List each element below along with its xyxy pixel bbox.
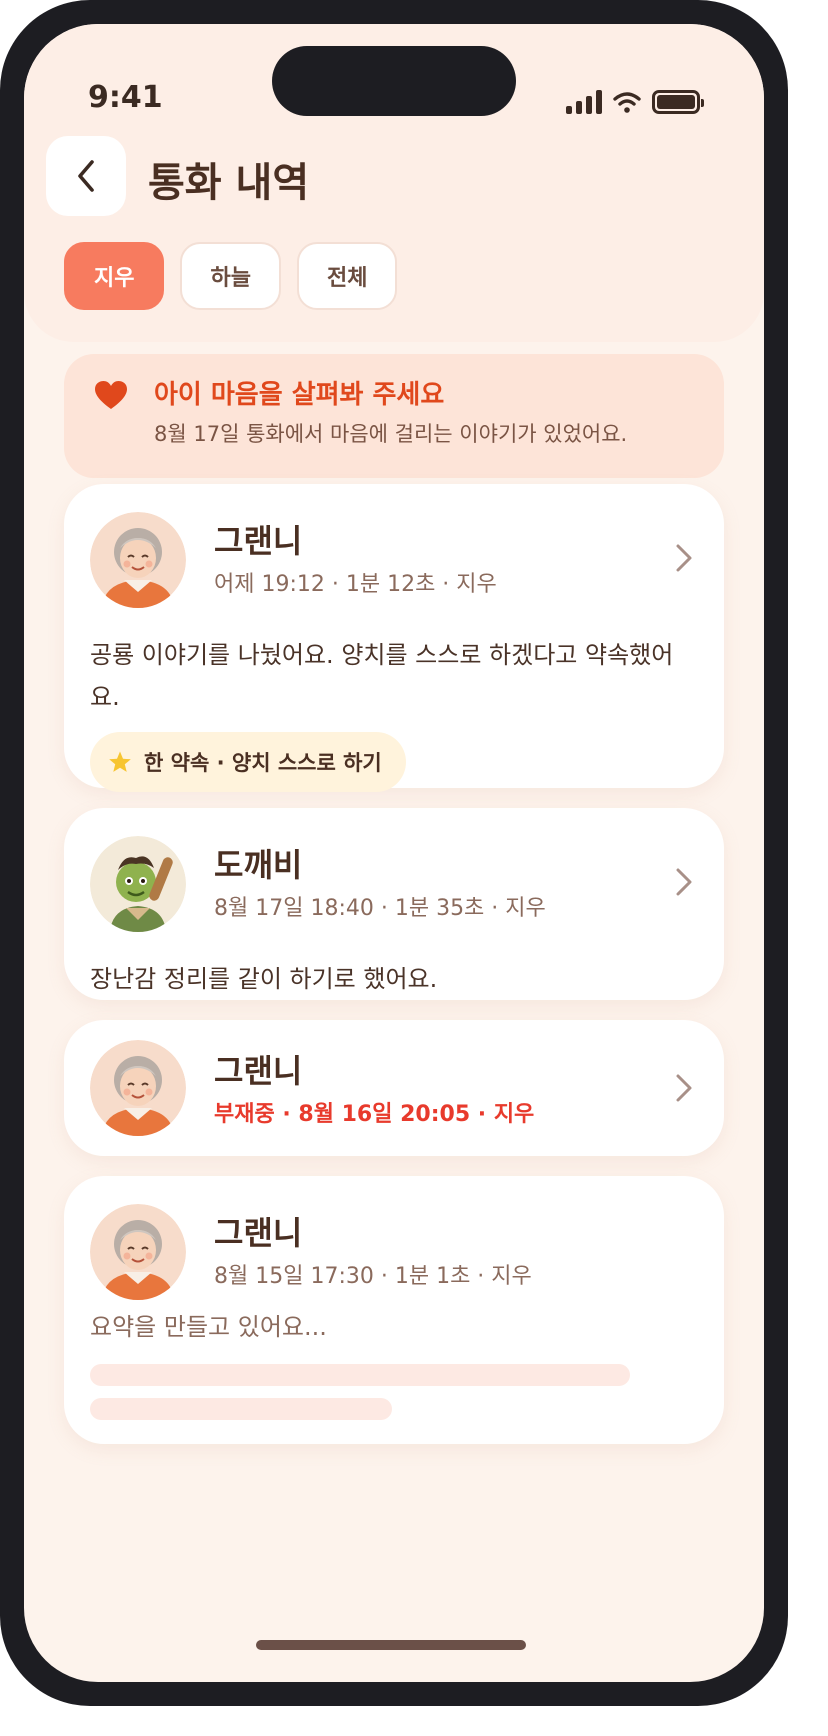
goblin-avatar [90,836,186,932]
child-tabs: 지우 하늘 전체 [64,242,398,310]
phone-frame: 9:41 통화 내역 지우 하늘 전체 아이 마음을 살펴봐 주세요 8월 17… [0,0,788,1706]
tab-jiwoo[interactable]: 지우 [64,242,165,310]
emotion-alert-banner[interactable]: 아이 마음을 살펴봐 주세요 8월 17일 통화에서 마음에 걸리는 이야기가 … [64,354,724,478]
call-card[interactable]: 그랜니 어제 19:12 · 1분 12초 · 지우 공룡 이야기를 나눴어요.… [64,484,724,792]
page-title: 통화 내역 [148,160,310,206]
granny-avatar [90,1040,186,1136]
granny-avatar [90,1204,186,1300]
promise-badge: 한 약속 · 양치 스스로 하기 [90,732,406,792]
alert-title: 아이 마음을 살펴봐 주세요 [154,380,445,410]
chevron-left-icon [78,160,94,192]
status-time: 9:41 [88,80,163,115]
chevron-right-icon [676,544,692,572]
star-icon [109,751,131,772]
tab-all[interactable]: 전체 [296,242,398,310]
skeleton-line [90,1364,630,1386]
alert-text: 8월 17일 통화에서 마음에 걸리는 이야기가 있었어요. [154,422,628,446]
dynamic-island [272,46,516,116]
back-button[interactable] [46,136,126,216]
caller-name: 그랜니 [214,522,303,560]
tab-haneul[interactable]: 하늘 [180,242,281,310]
wifi-icon [613,92,641,113]
call-card[interactable]: 그랜니 부재중 · 8월 16일 20:05 · 지우 [64,1020,724,1156]
summary-loading-text: 요약을 만들고 있어요... [90,1313,327,1341]
caller-name: 그랜니 [214,1052,303,1090]
caller-name: 도깨비 [214,846,303,884]
caller-name: 그랜니 [214,1214,303,1252]
call-card[interactable]: 도깨비 8월 17일 18:40 · 1분 35초 · 지우 장난감 정리를 같… [64,808,724,1000]
call-meta: 8월 15일 17:30 · 1분 1초 · 지우 [214,1264,532,1289]
call-meta: 8월 17일 18:40 · 1분 35초 · 지우 [214,896,546,921]
call-summary: 공룡 이야기를 나눴어요. 양치를 스스로 하겠다고 약속했어요. [90,641,674,711]
call-summary: 장난감 정리를 같이 하기로 했어요. [90,965,438,993]
status-icons [566,90,704,114]
missed-call-meta: 부재중 · 8월 16일 20:05 · 지우 [214,1102,535,1127]
call-card[interactable]: 그랜니 8월 15일 17:30 · 1분 1초 · 지우 요약을 만들고 있어… [64,1176,724,1444]
call-meta: 어제 19:12 · 1분 12초 · 지우 [214,572,497,597]
signal-icon [566,90,602,114]
screen: 9:41 통화 내역 지우 하늘 전체 아이 마음을 살펴봐 주세요 8월 17… [24,24,764,1682]
home-indicator [256,1640,526,1650]
chevron-right-icon [676,868,692,896]
granny-avatar [90,512,186,608]
heart-icon [95,381,127,409]
skeleton-line [90,1398,392,1420]
promise-text: 한 약속 · 양치 스스로 하기 [144,751,382,775]
chevron-right-icon [676,1074,692,1102]
battery-icon [652,90,704,114]
